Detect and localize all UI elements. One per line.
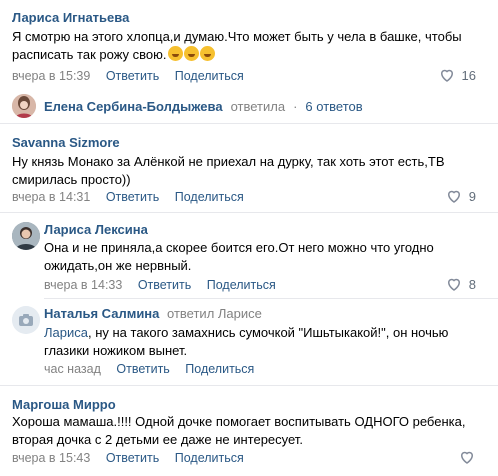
like-button[interactable]: 8 <box>445 275 476 293</box>
divider <box>0 123 498 124</box>
comment-time[interactable]: час назад <box>44 362 101 376</box>
comment-time[interactable]: вчера в 15:39 <box>12 69 90 83</box>
comment-time[interactable]: вчера в 15:43 <box>12 451 90 465</box>
thread-author[interactable]: Елена Сербина-Болдыжева <box>44 99 223 114</box>
comment-author[interactable]: Наталья Салмина <box>44 306 159 321</box>
comment-meta: вчера в 14:33 Ответить Поделиться <box>44 277 288 293</box>
comment-text: Я смотрю на этого хлопца,и думаю.Что мож… <box>12 29 462 62</box>
comment-author[interactable]: Лариса Лексина <box>44 222 148 238</box>
thread-reply-count[interactable]: 6 ответов <box>305 99 362 114</box>
like-count: 9 <box>468 188 476 204</box>
reply-button[interactable]: Ответить <box>106 69 159 83</box>
comment-time[interactable]: вчера в 14:31 <box>12 190 90 204</box>
rofl-emoji <box>183 46 199 61</box>
like-button[interactable] <box>458 448 476 466</box>
share-button[interactable]: Поделиться <box>175 69 244 83</box>
comment-meta: вчера в 14:31 Ответить Поделиться <box>12 189 256 205</box>
thread-separator: · <box>293 98 298 114</box>
comment-text: Ну князь Монако за Алёнкой не приехал на… <box>12 154 445 187</box>
share-button[interactable]: Поделиться <box>175 190 244 204</box>
replied-to[interactable]: ответил Ларисе <box>167 306 262 321</box>
avatar[interactable] <box>12 94 36 118</box>
like-button[interactable]: 16 <box>438 66 476 84</box>
comment-time[interactable]: вчера в 14:33 <box>44 278 122 292</box>
reply-button[interactable]: Ответить <box>138 278 191 292</box>
share-button[interactable]: Поделиться <box>207 278 276 292</box>
like-button[interactable]: 9 <box>445 187 476 205</box>
comment-text: Она и не приняла,а скорее боится его.От … <box>44 240 434 273</box>
addressee-link[interactable]: Лариса <box>44 325 88 340</box>
replies-thread[interactable]: Елена Сербина-Болдыжева ответила · 6 отв… <box>12 94 363 118</box>
share-button[interactable]: Поделиться <box>185 362 254 376</box>
comment-meta: час назад Ответить Поделиться <box>44 361 266 377</box>
comment-text: Лариса, ну на такого замахнись сумочкой … <box>44 325 449 358</box>
thread-action: ответила <box>230 98 286 114</box>
heart-icon <box>447 278 460 291</box>
rofl-emoji <box>199 46 215 61</box>
comment-author[interactable]: Лариса Игнатьева <box>12 10 129 26</box>
comment-meta: вчера в 15:39 Ответить Поделиться <box>12 68 256 84</box>
divider <box>44 298 498 299</box>
comment-meta: вчера в 15:43 Ответить Поделиться <box>12 450 256 466</box>
reply-button[interactable]: Ответить <box>116 362 169 376</box>
like-count: 16 <box>461 67 476 83</box>
heart-icon <box>440 69 453 82</box>
share-button[interactable]: Поделиться <box>175 451 244 465</box>
avatar[interactable] <box>12 306 40 334</box>
user-photo-icon <box>12 222 40 250</box>
heart-icon <box>460 451 474 464</box>
reply-button[interactable]: Ответить <box>106 190 159 204</box>
comment-header: Наталья Салмина ответил Ларисе <box>44 306 262 322</box>
camera-icon <box>12 306 40 334</box>
comment-text: Хороша мамаша.!!!! Одной дочке помогает … <box>12 414 466 447</box>
divider <box>0 212 498 213</box>
rofl-emoji <box>167 46 183 61</box>
like-count: 8 <box>468 276 476 292</box>
heart-icon <box>447 190 460 203</box>
comment-author[interactable]: Маргоша Мирро <box>12 397 116 413</box>
reply-button[interactable]: Ответить <box>106 451 159 465</box>
user-photo-icon <box>12 94 36 118</box>
divider <box>0 385 498 386</box>
avatar[interactable] <box>12 222 40 250</box>
comment-author[interactable]: Savanna Sizmore <box>12 135 120 151</box>
